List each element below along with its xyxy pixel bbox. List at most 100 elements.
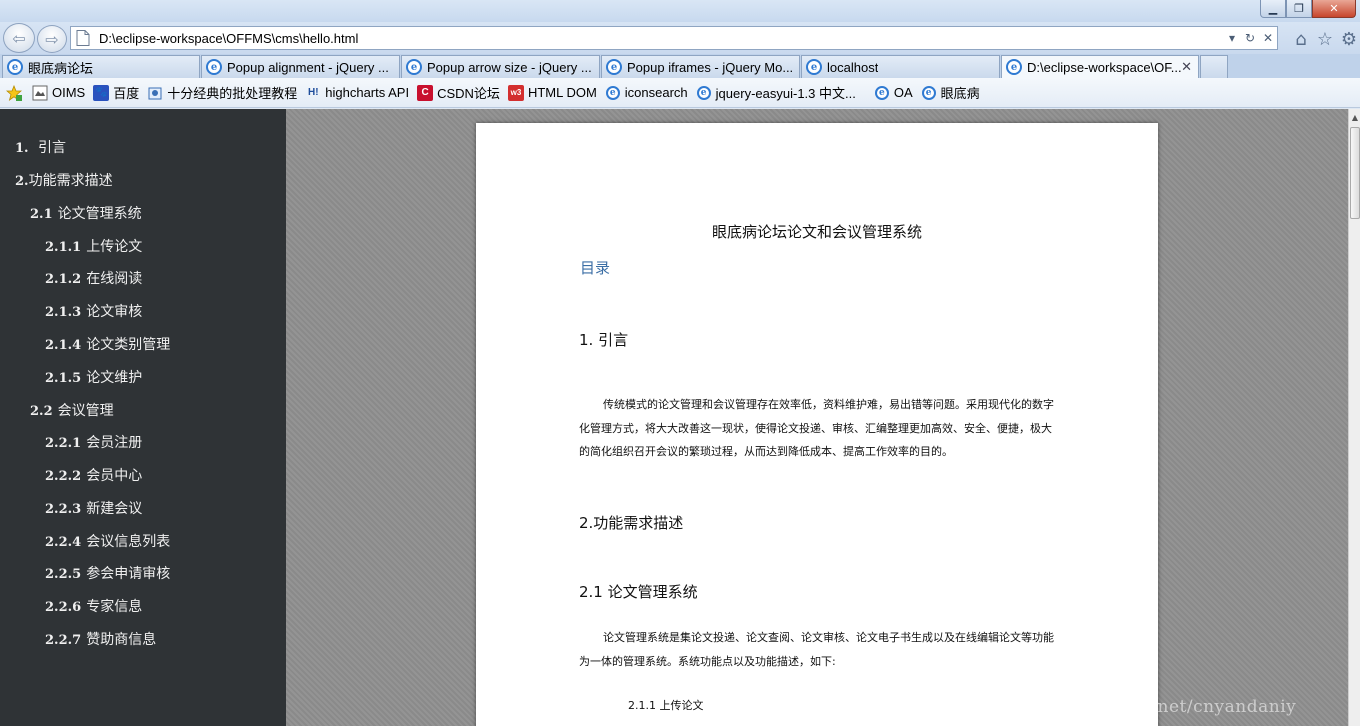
stop-icon[interactable]: ✕ bbox=[1259, 31, 1277, 45]
tab-label: D:\eclipse-workspace\OF... bbox=[1027, 59, 1182, 75]
document-page: 眼底病论坛论文和会议管理系统 目录 1. 引言 传统模式的论文管理和会议管理存在… bbox=[476, 123, 1158, 726]
address-bar[interactable]: D:\eclipse-workspace\OFFMS\cms\hello.htm… bbox=[70, 26, 1278, 50]
ie-page-icon: e bbox=[605, 85, 621, 101]
back-button[interactable]: ⇦ bbox=[3, 23, 35, 53]
window-titlebar: ▁ ❐ ✕ bbox=[0, 0, 1360, 24]
toc-label: 新建会议 bbox=[86, 501, 143, 517]
highcharts-icon: H! bbox=[307, 87, 319, 98]
fav-oa[interactable]: e OA bbox=[874, 85, 913, 101]
ie-icon: e bbox=[606, 59, 622, 75]
section-2-1-1-heading: 2.1.1 上传论文 bbox=[628, 699, 704, 712]
toc-number: 2. bbox=[15, 174, 29, 189]
toc-sidebar: 1. 引言 2.功能需求描述 2.1 论文管理系统 2.1.1 上传论文 2.1.2… bbox=[0, 109, 286, 726]
toc-label: 论文维护 bbox=[86, 370, 143, 386]
toc-number: 2.1.3 bbox=[45, 305, 82, 320]
tab-bar: e 眼底病论坛 e Popup alignment - jQuery ... e… bbox=[0, 54, 1360, 78]
toc-number: 2.1 bbox=[30, 207, 53, 222]
toc-label: 赞助商信息 bbox=[86, 632, 157, 648]
tab-1[interactable]: e 眼底病论坛 bbox=[2, 55, 200, 78]
back-arrow-icon: ⇦ bbox=[12, 28, 26, 48]
tab-3[interactable]: e Popup arrow size - jQuery ... bbox=[401, 55, 600, 78]
section-1-heading: 1. 引言 bbox=[579, 331, 629, 349]
toc-item-upload-paper[interactable]: 2.1.1 上传论文 bbox=[45, 236, 142, 256]
toc-item-meeting-list[interactable]: 2.2.4 会议信息列表 bbox=[45, 531, 170, 551]
address-text[interactable]: D:\eclipse-workspace\OFFMS\cms\hello.htm… bbox=[93, 31, 1223, 46]
window-controls: ▁ ❐ ✕ bbox=[1260, 0, 1356, 18]
toc-item-member-center[interactable]: 2.2.2 会员中心 bbox=[45, 465, 142, 485]
minimize-button[interactable]: ▁ bbox=[1260, 0, 1286, 18]
tab-label: Popup alignment - jQuery ... bbox=[227, 59, 389, 75]
tab-label: localhost bbox=[827, 59, 879, 75]
close-icon: ✕ bbox=[1329, 2, 1339, 15]
toc-link[interactable]: 目录 bbox=[580, 257, 610, 278]
document-title: 眼底病论坛论文和会议管理系统 bbox=[711, 223, 922, 241]
close-tab-icon[interactable]: ✕ bbox=[1181, 59, 1192, 75]
toc-item-meeting-management[interactable]: 2.2 会议管理 bbox=[30, 400, 114, 420]
toc-item-sponsor-info[interactable]: 2.2.7 赞助商信息 bbox=[45, 629, 156, 649]
web-slice-icon bbox=[147, 85, 163, 101]
scroll-thumb[interactable] bbox=[1350, 127, 1360, 219]
toc-item-expert-info[interactable]: 2.2.6 专家信息 bbox=[45, 596, 142, 616]
fav-yandibing[interactable]: e 眼底病 bbox=[921, 83, 980, 102]
ie-icon: e bbox=[7, 59, 23, 75]
section-1-text: 传统模式的论文管理和会议管理存在效率低，资料维护难，易出错等问题。采用现代化的数… bbox=[579, 398, 1054, 458]
toc-item-paper-category[interactable]: 2.1.4 论文类别管理 bbox=[45, 334, 170, 354]
fav-label: CSDN论坛 bbox=[437, 86, 500, 101]
fav-oims[interactable]: OIMS bbox=[32, 85, 85, 101]
toc-number: 2.1.4 bbox=[45, 338, 82, 353]
page-viewport: 1. 引言 2.功能需求描述 2.1 论文管理系统 2.1.1 上传论文 2.1.2… bbox=[0, 109, 1360, 726]
favorites-star-icon[interactable]: ☆ bbox=[1314, 28, 1336, 50]
forward-button[interactable]: ⇨ bbox=[37, 25, 67, 53]
toc-number: 2.2.5 bbox=[45, 567, 82, 582]
toc-item-paper-review[interactable]: 2.1.3 论文审核 bbox=[45, 301, 142, 321]
fav-html-dom[interactable]: w3 HTML DOM bbox=[507, 84, 597, 101]
minimize-icon: ▁ bbox=[1268, 2, 1278, 15]
fav-label: HTML DOM bbox=[527, 85, 597, 100]
toc-number: 2.2 bbox=[30, 404, 53, 419]
ie-page-icon: e bbox=[696, 85, 712, 101]
close-window-button[interactable]: ✕ bbox=[1312, 0, 1356, 18]
toc-item-requirements[interactable]: 2.功能需求描述 bbox=[15, 170, 113, 190]
fav-batch-tutorial[interactable]: 十分经典的批处理教程 bbox=[147, 83, 297, 102]
toc-label: 论文管理系统 bbox=[57, 206, 142, 222]
toc-number: 2.1.2 bbox=[45, 272, 82, 287]
toc-label: 功能需求描述 bbox=[28, 173, 113, 189]
toc-label: 上传论文 bbox=[86, 239, 143, 255]
fav-jquery-easyui[interactable]: e jquery-easyui-1.3 中文... bbox=[696, 83, 856, 102]
toc-item-attendance-review[interactable]: 2.2.5 参会申请审核 bbox=[45, 563, 170, 583]
fav-label: 眼底病 bbox=[940, 86, 980, 101]
toc-label: 会议管理 bbox=[57, 403, 114, 419]
toc-item-online-reading[interactable]: 2.1.2 在线阅读 bbox=[45, 268, 142, 288]
toc-label: 会议信息列表 bbox=[86, 534, 171, 550]
refresh-icon[interactable]: ↻ bbox=[1241, 31, 1259, 45]
tools-gear-icon[interactable]: ⚙ bbox=[1338, 28, 1360, 50]
toc-item-paper-system[interactable]: 2.1 论文管理系统 bbox=[30, 203, 142, 223]
tab-2[interactable]: e Popup alignment - jQuery ... bbox=[201, 55, 400, 78]
vertical-scrollbar[interactable]: ▲ bbox=[1348, 109, 1360, 726]
new-tab-button[interactable] bbox=[1200, 55, 1228, 78]
fav-label: 十分经典的批处理教程 bbox=[167, 86, 298, 101]
fav-iconsearch[interactable]: e iconsearch bbox=[605, 85, 688, 101]
fav-csdn[interactable]: C CSDN论坛 bbox=[417, 83, 500, 102]
toc-number: 2.2.7 bbox=[45, 633, 82, 648]
tab-5[interactable]: e localhost bbox=[801, 55, 1000, 78]
toc-item-intro[interactable]: 1. 引言 bbox=[15, 137, 66, 157]
tab-4[interactable]: e Popup iframes - jQuery Mo... bbox=[601, 55, 800, 78]
toc-item-member-register[interactable]: 2.2.1 会员注册 bbox=[45, 432, 142, 452]
toc-item-new-meeting[interactable]: 2.2.3 新建会议 bbox=[45, 498, 142, 518]
home-icon[interactable]: ⌂ bbox=[1290, 28, 1312, 50]
tab-6-active[interactable]: e D:\eclipse-workspace\OF... ✕ bbox=[1001, 55, 1199, 78]
restore-button[interactable]: ❐ bbox=[1286, 0, 1312, 18]
fav-baidu[interactable]: 🐾 百度 bbox=[93, 83, 139, 102]
toc-number: 2.1.1 bbox=[45, 240, 82, 255]
toc-item-paper-maintenance[interactable]: 2.1.5 论文维护 bbox=[45, 367, 142, 387]
scroll-up-icon[interactable]: ▲ bbox=[1349, 109, 1360, 125]
csdn-icon: C bbox=[417, 84, 434, 101]
favorites-button[interactable] bbox=[6, 84, 26, 101]
fav-label: OA bbox=[893, 85, 913, 100]
toc-number: 2.2.1 bbox=[45, 436, 82, 451]
fav-highcharts[interactable]: H! highcharts API bbox=[305, 85, 409, 101]
toc-number: 2.1.5 bbox=[45, 371, 82, 386]
address-dropdown-icon[interactable]: ▾ bbox=[1223, 31, 1241, 45]
toc-label: 论文审核 bbox=[86, 304, 143, 320]
